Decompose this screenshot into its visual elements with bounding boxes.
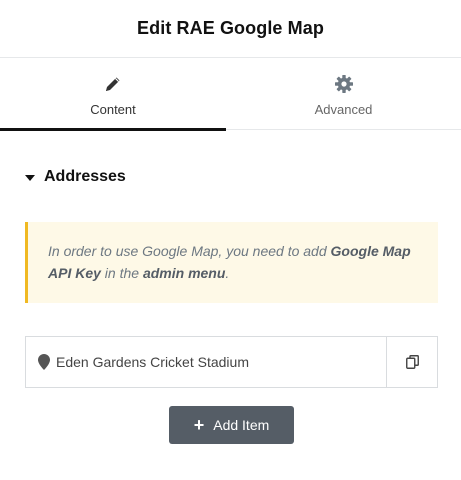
section-toggle-addresses[interactable]: Addresses	[25, 168, 126, 186]
add-item-button[interactable]: + Add Item	[169, 406, 294, 444]
address-label: Eden Gardens Cricket Stadium	[56, 354, 249, 370]
section-title: Addresses	[44, 168, 126, 185]
address-row: Eden Gardens Cricket Stadium	[25, 336, 438, 388]
tab-bar: Content Advanced	[0, 58, 461, 131]
caret-down-icon	[25, 174, 35, 181]
notice-text: .	[225, 265, 230, 281]
panel-title: Edit RAE Google Map	[137, 18, 324, 38]
tab-content[interactable]: Content	[0, 58, 226, 131]
tab-content-label: Content	[90, 101, 136, 117]
tab-advanced[interactable]: Advanced	[226, 58, 461, 130]
gear-icon	[334, 74, 353, 93]
panel-header: Edit RAE Google Map	[0, 0, 461, 58]
address-row-title[interactable]: Eden Gardens Cricket Stadium	[26, 337, 386, 387]
plus-icon: +	[193, 414, 205, 435]
add-item-label: Add Item	[213, 417, 270, 433]
copy-icon	[405, 355, 419, 369]
map-pin-icon	[38, 354, 50, 370]
api-key-notice: In order to use Google Map, you need to …	[25, 222, 438, 303]
pencil-icon	[106, 77, 120, 91]
notice-bold-admin-menu: admin menu	[142, 265, 226, 281]
notice-text: in the	[100, 265, 143, 281]
notice-text: In order to use Google Map, you need to …	[48, 243, 331, 259]
tab-advanced-label: Advanced	[314, 101, 373, 117]
duplicate-button[interactable]	[386, 337, 437, 387]
